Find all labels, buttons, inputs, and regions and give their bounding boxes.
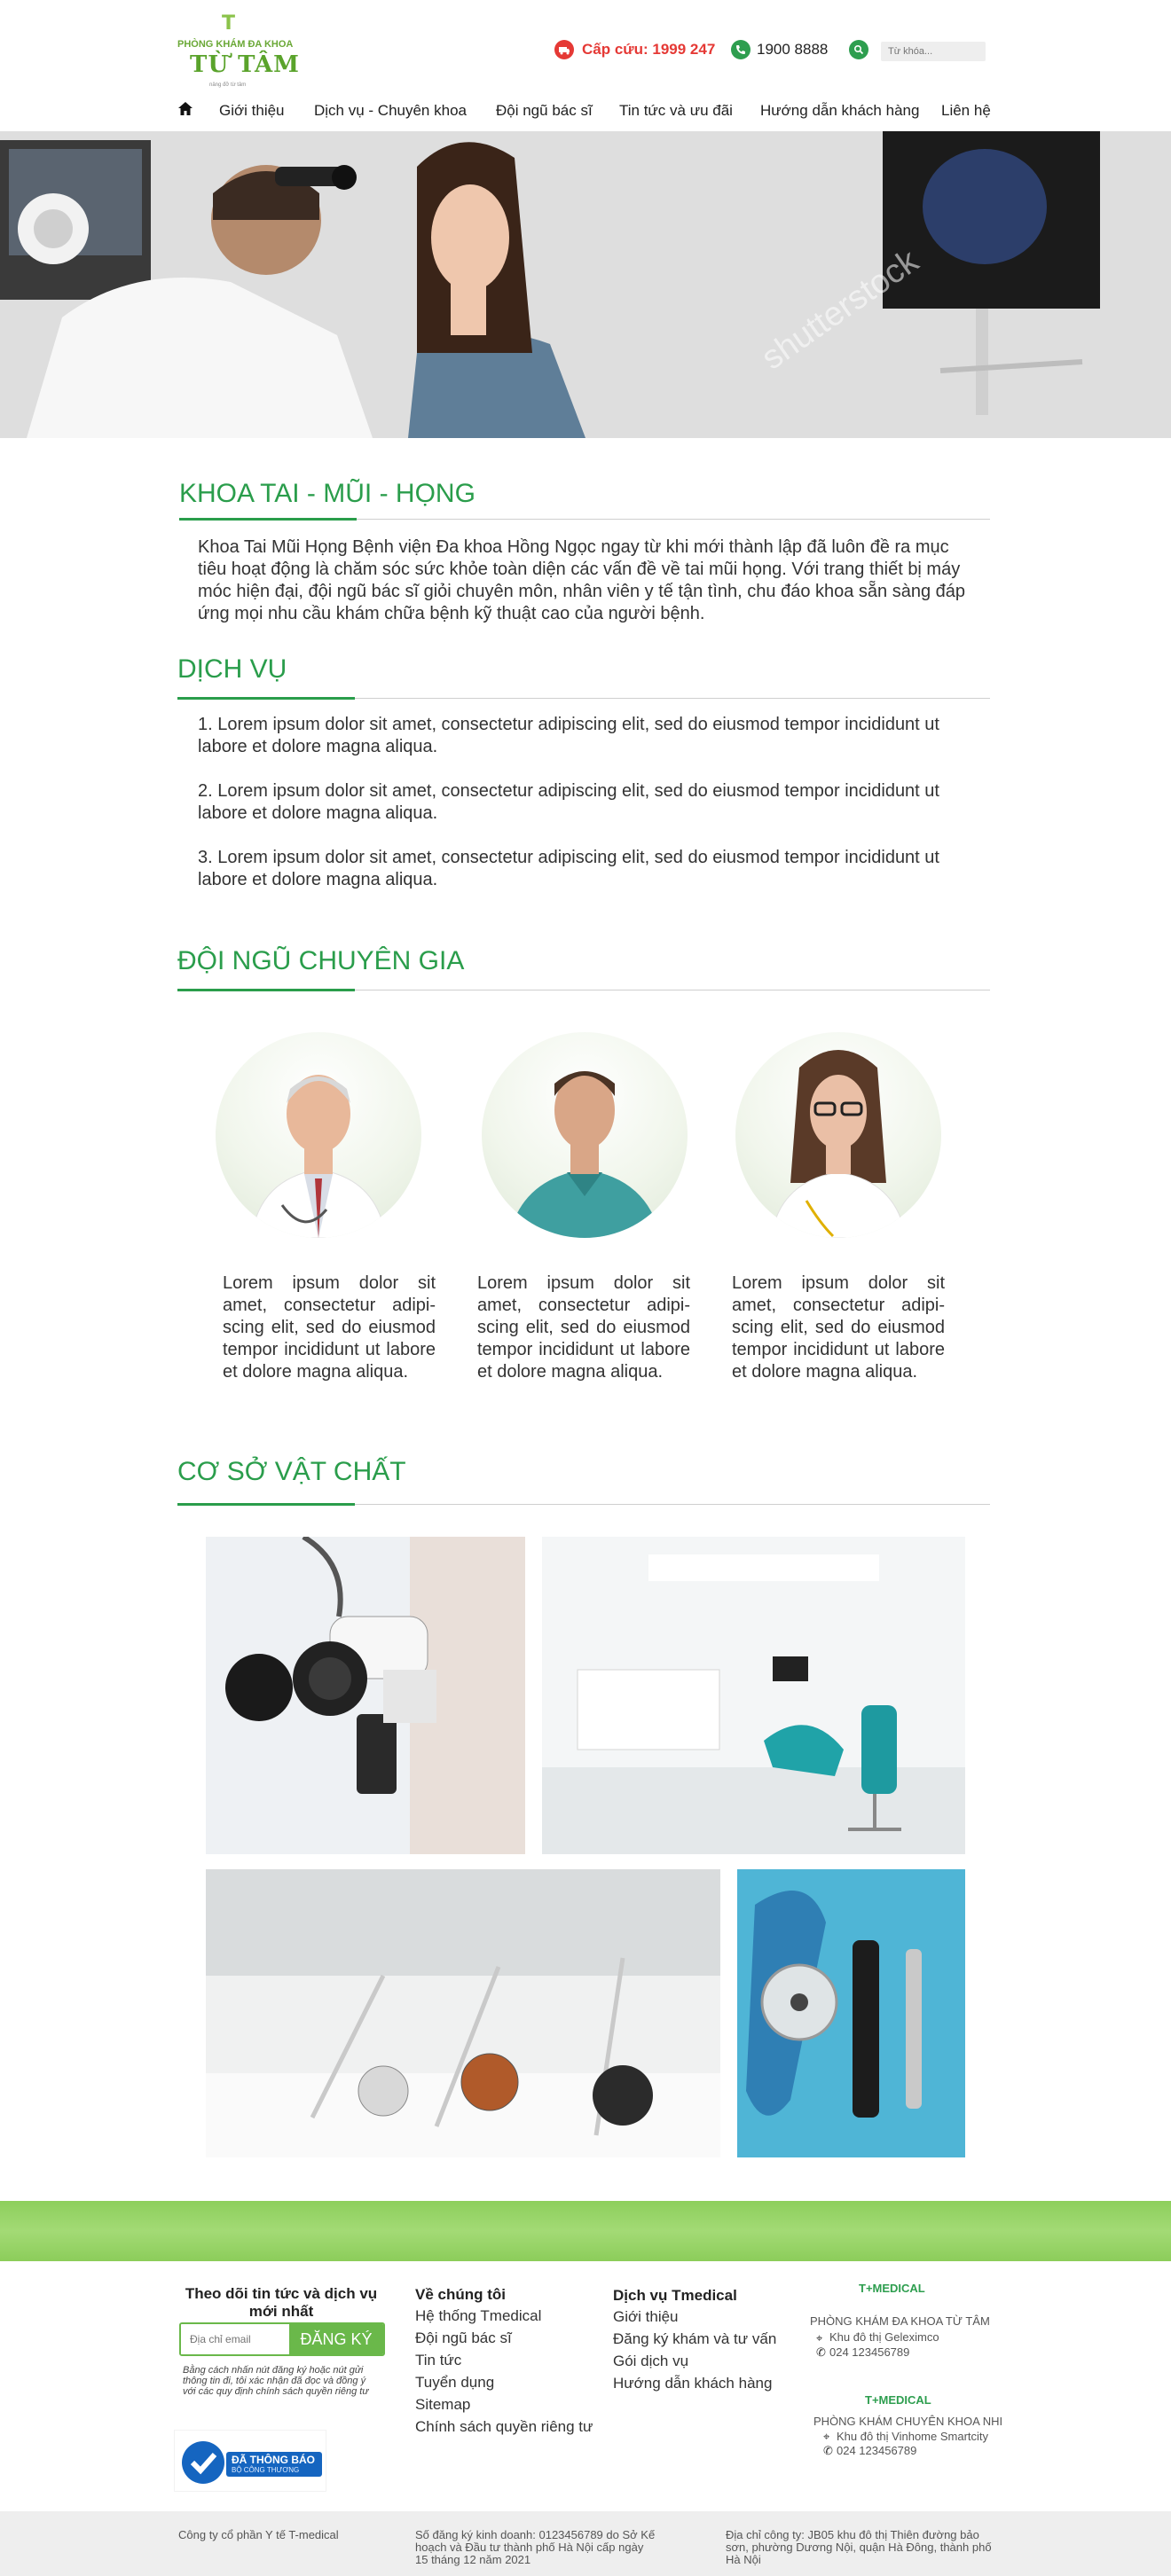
home-icon[interactable] — [177, 101, 193, 117]
doctor-bio: Lorem ipsum dolor sit amet, consectetur … — [223, 1273, 436, 1382]
section-accent — [177, 989, 355, 991]
hero-banner: shutterstock — [0, 131, 1171, 438]
footer-link[interactable]: Đăng ký khám và tư vấn — [613, 2328, 799, 2350]
nav-item-lien-he[interactable]: Liên hệ — [941, 102, 991, 120]
brand-logo[interactable]: T+MEDICAL — [859, 2282, 925, 2295]
ministry-badge[interactable]: ĐÃ THÔNG BÁO BỘ CÔNG THƯƠNG — [174, 2430, 326, 2492]
doctor-photo — [770, 1050, 907, 1238]
brand-name: PHÒNG KHÁM ĐA KHOA TỪ TÂM — [810, 2314, 990, 2328]
doctor-bio: Lorem ipsum dolor sit amet, consectetur … — [732, 1273, 945, 1382]
section-accent — [179, 518, 357, 521]
nav-item-gioi-thieu[interactable]: Giới thiệu — [219, 102, 285, 120]
newsletter-form: ĐĂNG KÝ — [179, 2322, 385, 2356]
service-item: 2. Lorem ipsum dolor sit amet, consectet… — [198, 781, 939, 823]
service-item: 3. Lorem ipsum dolor sit amet, consectet… — [198, 848, 939, 889]
footer-link[interactable]: Đội ngũ bác sĩ — [415, 2327, 610, 2349]
footer-link[interactable]: Hệ thống Tmedical — [415, 2305, 610, 2327]
footer-link[interactable]: Giới thiệu — [613, 2306, 799, 2328]
doctor-photo — [250, 1075, 387, 1238]
nav-item-dich-vu[interactable]: Dịch vụ - Chuyên khoa — [314, 102, 467, 120]
brand-name: PHÒNG KHÁM CHUYÊN KHOA NHI — [813, 2415, 1003, 2428]
logo-tagline: nâng đỡ từ tâm — [209, 82, 247, 88]
phone-icon: ✆ — [816, 2345, 826, 2359]
location-icon: ⌖ — [816, 2331, 823, 2345]
footer-services-links: Giới thiệu Đăng ký khám và tư vấn Gói dị… — [613, 2306, 799, 2394]
footer-about-title: Về chúng tôi — [415, 2286, 506, 2303]
logo-line1: PHÒNG KHÁM ĐA KHOA — [177, 39, 294, 50]
brand-phone[interactable]: 024 123456789 — [837, 2444, 916, 2457]
service-item: 1. Lorem ipsum dolor sit amet, consectet… — [198, 715, 939, 756]
brand-address: Khu đô thị Geleximco — [829, 2330, 939, 2344]
newsletter-title: Theo dõi tin tức và dịch vụ mới nhất — [185, 2285, 378, 2320]
hero-image: shutterstock — [0, 131, 1171, 438]
doctor-bio: Lorem ipsum dolor sit amet, consectetur … — [477, 1273, 690, 1382]
department-intro: Khoa Tai Mũi Họng Bệnh viện Đa khoa Hồng… — [198, 537, 966, 623]
facility-photo-instruments[interactable] — [206, 1869, 720, 2157]
main-nav: Giới thiệu Dịch vụ - Chuyên khoa Đội ngũ… — [177, 96, 994, 124]
brand-logo[interactable]: T+MEDICAL — [865, 2393, 931, 2407]
newsletter-email-input[interactable] — [181, 2324, 289, 2354]
facilities-title: CƠ SỞ VẬT CHẤT — [177, 1457, 406, 1486]
footer-green-band — [0, 2201, 1171, 2261]
facility-photo-otoscope[interactable] — [737, 1869, 965, 2157]
section-accent — [177, 697, 355, 700]
section-accent — [177, 1503, 355, 1506]
footer-link[interactable]: Tuyển dụng — [415, 2371, 610, 2393]
brand-address: Khu đô thị Vinhome Smartcity — [837, 2430, 989, 2443]
doctor-avatar[interactable] — [482, 1032, 688, 1238]
nav-item-doi-ngu-bac-si[interactable]: Đội ngũ bác sĩ — [496, 102, 593, 120]
footer-link[interactable]: Sitemap — [415, 2393, 610, 2415]
footer-about-links: Hệ thống Tmedical Đội ngũ bác sĩ Tin tức… — [415, 2305, 610, 2438]
search-input[interactable] — [881, 42, 986, 61]
phone-icon: ✆ — [823, 2444, 833, 2457]
badge-line1: ĐÃ THÔNG BÁO — [232, 2454, 315, 2466]
newsletter-subscribe-button[interactable]: ĐĂNG KÝ — [289, 2324, 383, 2354]
department-title: KHOA TAI - MŨI - HỌNG — [179, 479, 475, 508]
footer-link[interactable]: Tin tức — [415, 2349, 610, 2371]
phone-icon — [731, 40, 751, 59]
doctor-avatar[interactable] — [216, 1032, 421, 1238]
doctor-photo — [508, 1071, 661, 1238]
logo-mark: T — [222, 12, 236, 35]
services-title: DỊCH VỤ — [177, 654, 287, 684]
company-name: Công ty cổ phần Y tế T-medical — [178, 2528, 339, 2541]
footer-bottom-bar: Công ty cổ phần Y tế T-medical Số đăng k… — [0, 2511, 1171, 2576]
nav-item-huong-dan[interactable]: Hướng dẫn khách hàng — [760, 102, 919, 120]
footer-link[interactable]: Chính sách quyền riêng tư — [415, 2415, 610, 2438]
nav-item-tin-tuc[interactable]: Tin tức và ưu đãi — [619, 102, 733, 120]
footer-link[interactable]: Gói dịch vụ — [613, 2350, 799, 2372]
badge-line2: BỘ CÔNG THƯƠNG — [232, 2466, 300, 2474]
logo-line2: TỪ TÂM — [190, 51, 300, 78]
emergency-hotline[interactable]: Cấp cứu: 1999 247 — [582, 41, 715, 59]
phone-number[interactable]: 1900 8888 — [757, 41, 828, 59]
facility-photo-microscope[interactable] — [206, 1537, 525, 1854]
ambulance-icon — [554, 40, 574, 59]
brand-phone[interactable]: 024 123456789 — [829, 2345, 909, 2359]
facility-photo-dental-room[interactable] — [542, 1537, 965, 1854]
newsletter-note: Bằng cách nhấn nút đăng ký hoặc nút gửi … — [183, 2365, 369, 2397]
experts-title: ĐỘI NGŨ CHUYÊN GIA — [177, 946, 465, 975]
location-icon: ⌖ — [823, 2430, 830, 2443]
footer-link[interactable]: Hướng dẫn khách hàng — [613, 2372, 799, 2394]
site-logo[interactable]: T PHÒNG KHÁM ĐA KHOA TỪ TÂM nâng đỡ từ t… — [177, 12, 302, 88]
search-icon[interactable] — [849, 40, 868, 59]
company-address: Địa chỉ công ty: JB05 khu đô thị Thiên đ… — [726, 2528, 992, 2566]
doctor-avatar[interactable] — [735, 1032, 941, 1238]
footer-services-title: Dịch vụ Tmedical — [613, 2287, 737, 2304]
business-license: Số đăng ký kinh doanh: 0123456789 do Sở … — [415, 2528, 656, 2566]
